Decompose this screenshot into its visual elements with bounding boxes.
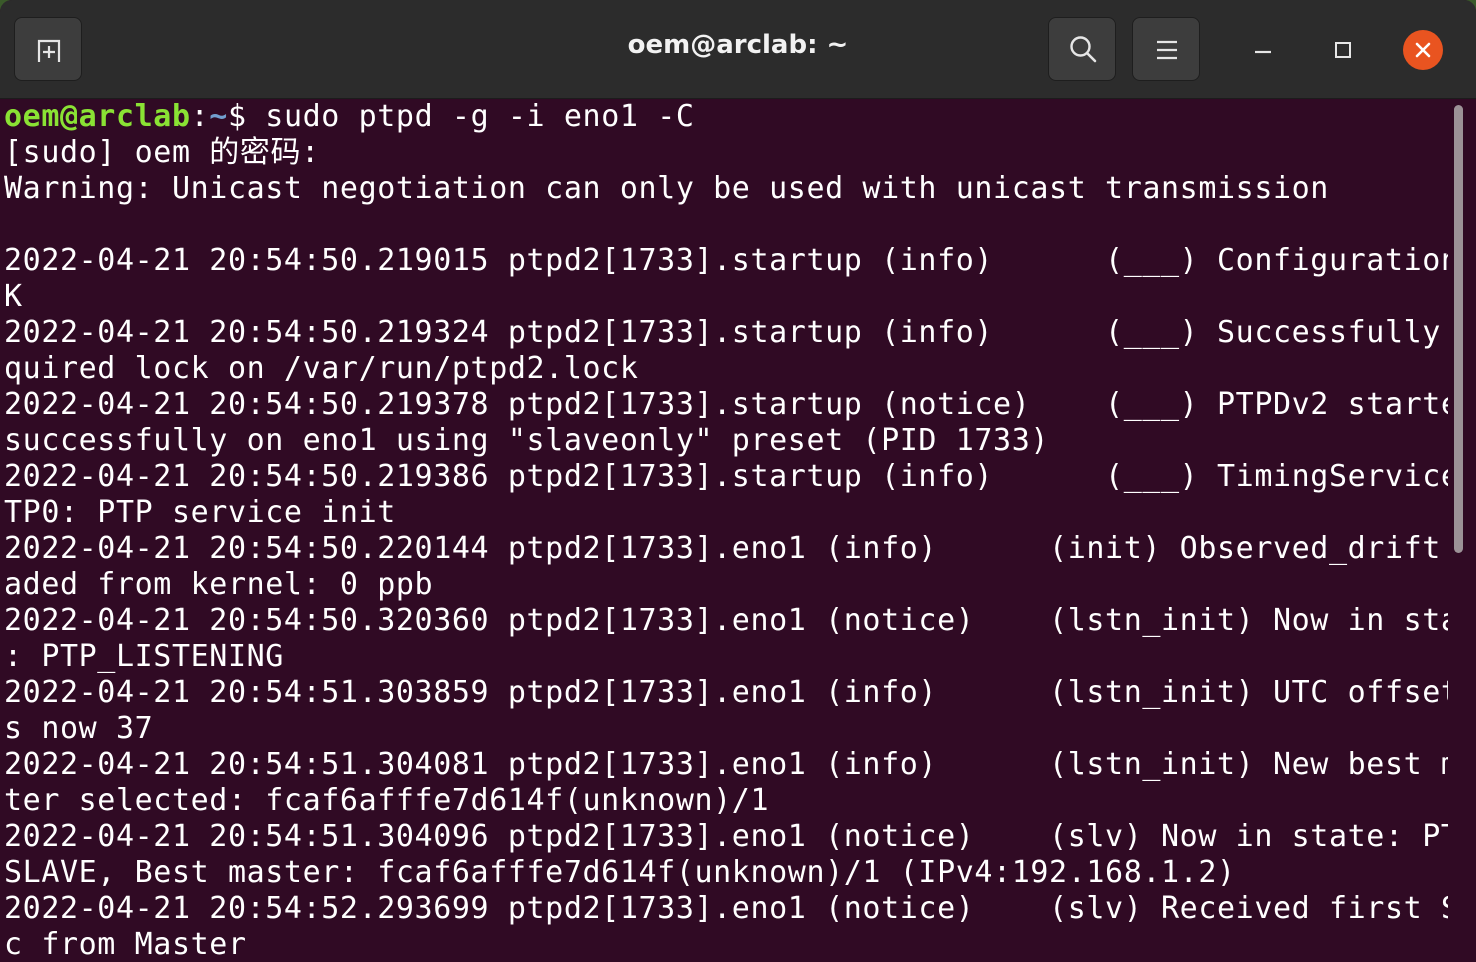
scrollbar-thumb[interactable] [1454, 105, 1463, 553]
terminal-line: 2022-04-21 20:54:50.320360 ptpd2[1733].e… [4, 603, 1448, 638]
terminal-line: 2022-04-21 20:54:50.219386 ptpd2[1733].s… [4, 459, 1448, 494]
terminal-line: aded from kernel: 0 ppb [4, 567, 434, 602]
terminal-line: 2022-04-21 20:54:50.219378 ptpd2[1733].s… [4, 387, 1448, 422]
search-button[interactable] [1048, 17, 1116, 81]
terminal-line: s now 37 [4, 711, 154, 746]
minimize-button[interactable] [1243, 30, 1283, 70]
close-icon [1415, 42, 1431, 58]
menu-button[interactable] [1132, 17, 1200, 81]
title-bar[interactable]: oem@arclab: ~ [0, 0, 1476, 99]
terminal-line: 2022-04-21 20:54:51.304081 ptpd2[1733].e… [4, 747, 1448, 782]
terminal-line: TP0: PTP service init [4, 495, 396, 530]
prompt-separator: : [190, 99, 210, 134]
terminal-line: SLAVE, Best master: fcaf6afffe7d614f(unk… [4, 855, 1236, 890]
maximize-icon [1335, 42, 1351, 58]
terminal-line: quired lock on /var/run/ptpd2.lock [4, 351, 639, 386]
terminal-line: [sudo] oem 的密码: [4, 135, 320, 170]
prompt-user-host: oem@arclab [4, 99, 191, 134]
terminal-line: 2022-04-21 20:54:50.220144 ptpd2[1733].e… [4, 531, 1448, 566]
terminal-window: oem@arclab: ~ oem@arclab:~$ sudo ptpd -g… [0, 0, 1476, 962]
terminal-line: 2022-04-21 20:54:51.303859 ptpd2[1733].e… [4, 675, 1448, 710]
terminal-line: 2022-04-21 20:54:52.293699 ptpd2[1733].e… [4, 891, 1448, 926]
hamburger-menu-icon [1155, 38, 1179, 62]
close-button[interactable] [1403, 30, 1443, 70]
terminal-line: successfully on eno1 using "slaveonly" p… [4, 423, 1050, 458]
terminal-line: Warning: Unicast negotiation can only be… [4, 171, 1329, 206]
terminal-line: 2022-04-21 20:54:50.219015 ptpd2[1733].s… [4, 243, 1448, 278]
search-icon [1068, 34, 1098, 64]
terminal-line: K [4, 279, 23, 314]
terminal-line: ter selected: fcaf6afffe7d614f(unknown)/… [4, 783, 770, 818]
terminal-line: 2022-04-21 20:54:51.304096 ptpd2[1733].e… [4, 819, 1448, 854]
prompt-symbol: $ [227, 99, 266, 134]
terminal-line: 2022-04-21 20:54:50.219324 ptpd2[1733].s… [4, 315, 1448, 350]
maximize-button[interactable] [1323, 30, 1363, 70]
prompt-command: sudo ptpd -g -i eno1 -C [265, 99, 695, 134]
prompt-path: ~ [209, 99, 228, 134]
terminal-output[interactable]: oem@arclab:~$ sudo ptpd -g -i eno1 -C [s… [0, 99, 1448, 962]
terminal-line: c from Master [4, 927, 247, 962]
prompt-line: oem@arclab:~$ sudo ptpd -g -i eno1 -C [0, 99, 1448, 135]
output-lines: [sudo] oem 的密码: Warning: Unicast negotiat… [0, 135, 1448, 962]
minimize-icon [1255, 50, 1271, 54]
terminal-line: : PTP_LISTENING [4, 639, 284, 674]
scrollbar[interactable] [1448, 99, 1476, 962]
